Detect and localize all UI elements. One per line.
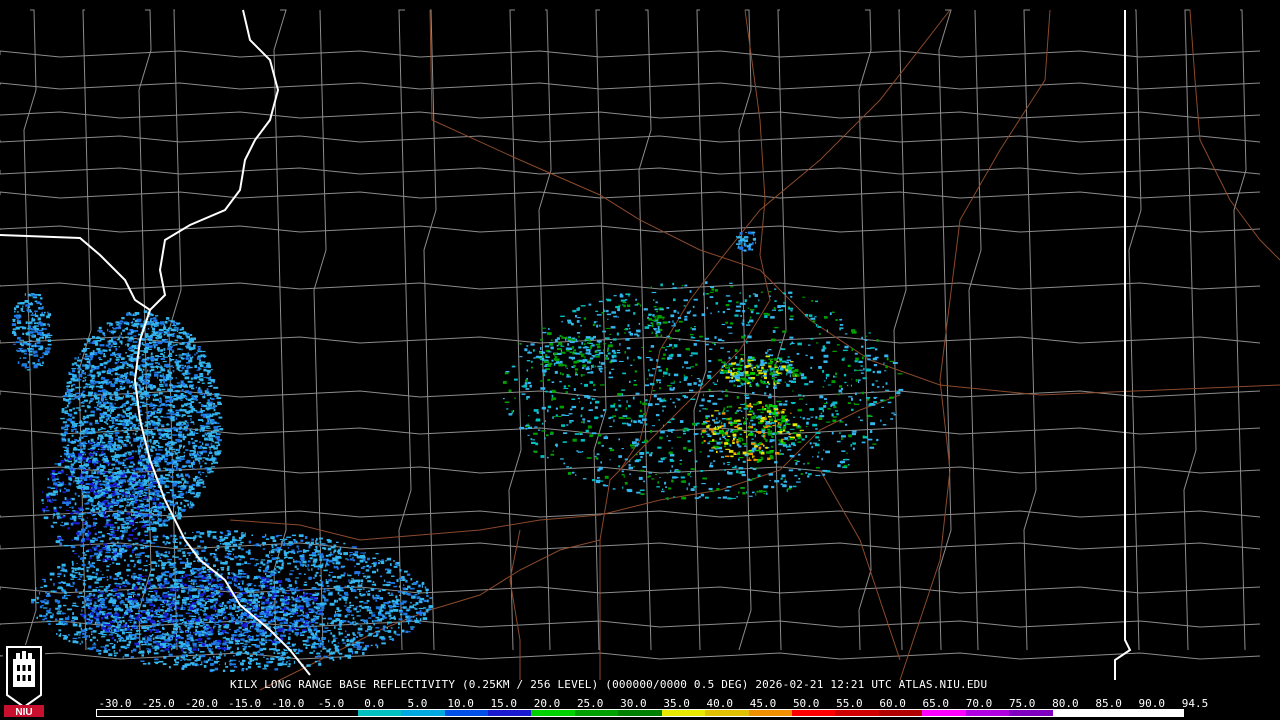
- logo-text: NIU: [15, 707, 32, 717]
- scale-color-bin: [531, 710, 575, 716]
- scale-color-bin: [835, 710, 879, 716]
- scale-label: 94.5: [1181, 697, 1209, 710]
- scale-color-bin: [661, 710, 706, 716]
- scale-color-bin: [1096, 710, 1140, 716]
- scale-color-bin: [705, 710, 749, 716]
- scale-color-bin: [1052, 710, 1097, 716]
- scale-color-bin: [1009, 710, 1053, 716]
- scale-color-bin: [227, 710, 271, 716]
- radar-map: [0, 9, 1280, 691]
- reflectivity-color-bar: [96, 709, 1184, 717]
- scale-color-bin: [574, 710, 619, 716]
- scale-color-bin: [748, 710, 792, 716]
- niu-logo: NIU: [3, 645, 45, 717]
- scale-color-bin: [487, 710, 532, 716]
- highways: [229, 9, 1280, 691]
- scale-color-bin: [792, 710, 836, 716]
- scale-color-bin: [444, 710, 488, 716]
- scale-color-bin: [183, 710, 228, 716]
- scale-color-bin: [878, 710, 923, 716]
- scale-color-bin: [618, 710, 662, 716]
- scale-color-bin: [965, 710, 1010, 716]
- scale-color-bin: [357, 710, 402, 716]
- product-caption: KILX LONG RANGE BASE REFLECTIVITY (0.25K…: [230, 678, 988, 691]
- scale-color-bin: [97, 710, 141, 716]
- scale-color-bin: [1139, 710, 1183, 716]
- scale-color-bin: [922, 710, 966, 716]
- reflectivity-scale-labels: -30.0 -25.0 -20.0 -15.0 -10.0 -5.0 0.0 5.0 10.0 1…: [95, 697, 1208, 710]
- scale-color-bin: [140, 710, 184, 716]
- scale-color-bin: [270, 710, 315, 716]
- scale-color-bin: [314, 710, 358, 716]
- scale-color-bin: [401, 710, 445, 716]
